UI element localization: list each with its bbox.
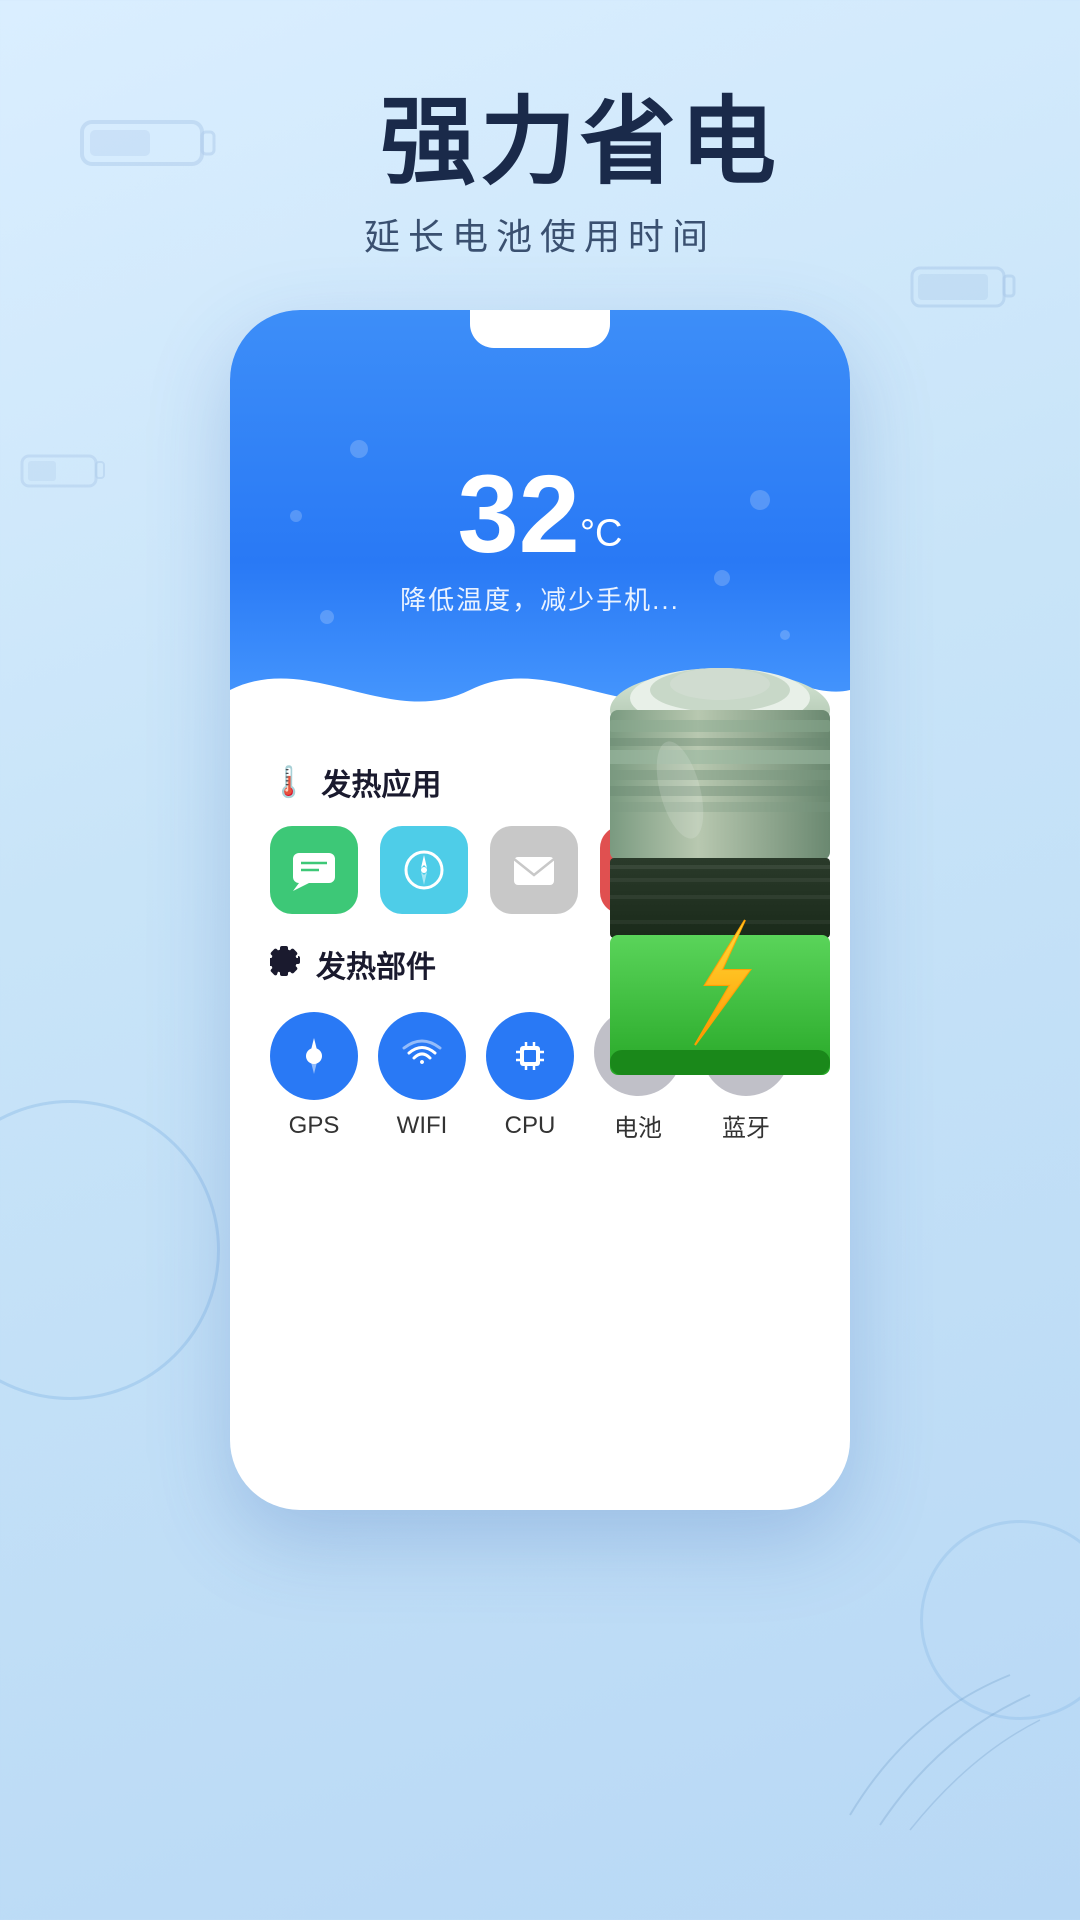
app-icon-compass[interactable] bbox=[380, 826, 468, 914]
gps-label: GPS bbox=[289, 1112, 340, 1140]
temperature-unit: °C bbox=[580, 513, 623, 555]
gps-circle bbox=[270, 1012, 358, 1100]
phone-mockup: 32°C 降低温度，减少手机... 🌡️ 发热应用 bbox=[230, 310, 850, 1510]
main-title: 强力省电 bbox=[0, 90, 1080, 196]
component-wifi[interactable]: WIFI bbox=[378, 1012, 466, 1140]
bluetooth-label: 蓝牙 bbox=[722, 1108, 770, 1143]
wifi-circle bbox=[378, 1012, 466, 1100]
bg-battery-right-icon bbox=[910, 260, 1020, 315]
thermometer-icon: 🌡️ bbox=[270, 765, 307, 800]
temperature-description: 降低温度，减少手机... bbox=[230, 580, 850, 617]
gear-icon bbox=[270, 944, 302, 984]
phone-notch bbox=[470, 310, 610, 348]
cpu-label: CPU bbox=[505, 1112, 556, 1140]
main-subtitle: 延长电池使用时间 bbox=[0, 208, 1080, 260]
bg-battery-small-icon bbox=[20, 450, 110, 492]
bubble-1 bbox=[350, 440, 368, 458]
battery-3d-image bbox=[530, 630, 910, 1110]
component-gps[interactable]: GPS bbox=[270, 1012, 358, 1140]
app-icon-messages[interactable] bbox=[270, 826, 358, 914]
temperature-display: 32°C 降低温度，减少手机... bbox=[230, 460, 850, 617]
bg-circle-decoration bbox=[0, 1100, 220, 1400]
temperature-value: 32 bbox=[458, 453, 580, 576]
bg-lines-decoration bbox=[830, 1655, 1050, 1840]
wifi-label: WIFI bbox=[397, 1112, 448, 1140]
header: 强力省电 延长电池使用时间 bbox=[0, 90, 1080, 260]
battery-label: 电池 bbox=[614, 1108, 662, 1143]
